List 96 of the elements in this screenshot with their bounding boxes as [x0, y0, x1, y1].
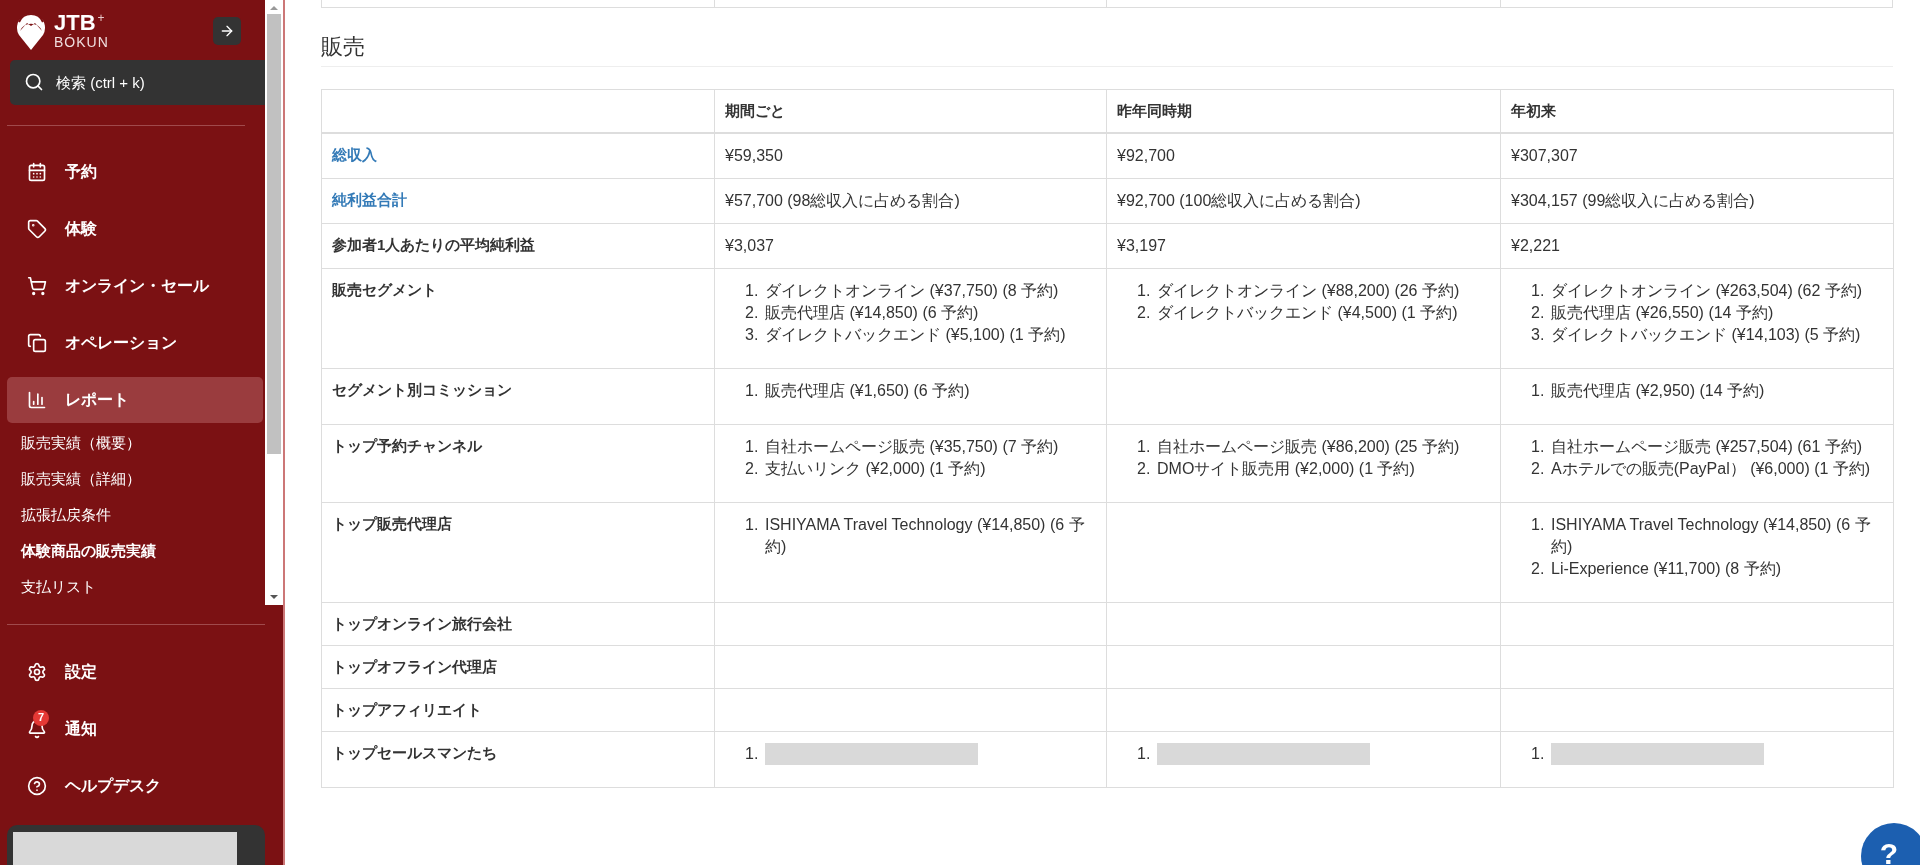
- row-label: トップオフライン代理店: [321, 645, 715, 689]
- list-number: 2.: [1531, 559, 1546, 579]
- row-label: トップセールスマンたち: [321, 731, 715, 788]
- list-item: ダイレクトバックエンド (¥14,103) (5 予約): [1551, 325, 1861, 345]
- list-item: ダイレクトオンライン (¥263,504) (62 予約): [1551, 281, 1863, 301]
- nav-item[interactable]: 予約: [7, 149, 263, 195]
- report-menu-item[interactable]: 販売実績（概要）: [0, 425, 265, 461]
- bar-chart-icon: [27, 390, 47, 410]
- list-number: 2.: [745, 303, 760, 323]
- list-number: 1.: [745, 381, 760, 401]
- nav-item[interactable]: オペレーション: [7, 320, 263, 366]
- list-number: 1.: [1531, 744, 1546, 764]
- list-number: 2.: [1137, 459, 1152, 479]
- list-number: 3.: [1531, 325, 1546, 345]
- section-title: 販売: [321, 34, 365, 59]
- list-number: 2.: [1531, 459, 1546, 479]
- list-item: 販売代理店 (¥26,550) (14 予約): [1551, 303, 1774, 323]
- help-icon: [27, 775, 47, 796]
- list-number: 1.: [745, 437, 760, 457]
- logo-plus: +: [97, 12, 105, 24]
- column-header: 期間ごと: [714, 89, 1107, 133]
- cart-icon: [27, 276, 47, 296]
- list-item: 販売代理店 (¥1,650) (6 予約): [765, 381, 970, 401]
- list-number: 1.: [1137, 437, 1152, 457]
- list-item: 自社ホームページ販売 (¥257,504) (61 予約): [1551, 437, 1863, 457]
- row-label[interactable]: 総収入: [321, 133, 715, 179]
- search-icon: [24, 72, 44, 92]
- list-item: ダイレクトオンライン (¥37,750) (8 予約): [765, 281, 1059, 301]
- calendar-icon: [27, 162, 47, 182]
- list-item: ダイレクトバックエンド (¥5,100) (1 予約): [765, 325, 1066, 345]
- list-item: 自社ホームページ販売 (¥86,200) (25 予約): [1157, 437, 1460, 457]
- list-item: Aホテルでの販売(PayPal） (¥6,000) (1 予約): [1551, 459, 1871, 479]
- list-number: 1.: [1531, 437, 1546, 457]
- list-number: 2.: [745, 459, 760, 479]
- list-item: 自社ホームページ販売 (¥35,750) (7 予約): [765, 437, 1059, 457]
- table-cell: ¥3,037: [714, 223, 1107, 269]
- help-button[interactable]: ?: [1861, 823, 1920, 865]
- report-menu-item[interactable]: 拡張払戻条件: [0, 497, 265, 533]
- collapse-button[interactable]: [213, 17, 241, 45]
- list-item: ダイレクトバックエンド (¥4,500) (1 予約): [1157, 303, 1458, 323]
- report-menu-item[interactable]: 支払リスト: [0, 569, 265, 605]
- user-card[interactable]: [7, 825, 265, 865]
- nav-item[interactable]: レポート: [7, 377, 263, 423]
- list-number: 1.: [1531, 381, 1546, 401]
- nav-item[interactable]: ヘルプデスク: [0, 757, 283, 814]
- list-item: ISHIYAMA Travel Technology (¥14,850) (6 予約): [1551, 515, 1872, 557]
- list-number: 2.: [1137, 303, 1152, 323]
- row-label: トップ販売代理店: [321, 502, 715, 603]
- notification-badge: 7: [33, 709, 49, 726]
- list-number: 1.: [1531, 515, 1546, 535]
- list-item: 販売代理店 (¥2,950) (14 予約): [1551, 381, 1765, 401]
- list-item: Li-Experience (¥11,700) (8 予約): [1551, 559, 1782, 579]
- list-number: 1.: [1531, 281, 1546, 301]
- list-item: DMOサイト販売用 (¥2,000) (1 予約): [1157, 459, 1415, 479]
- copy-icon: [27, 333, 47, 353]
- table-cell: ¥3,197: [1106, 223, 1501, 269]
- list-item: ダイレクトオンライン (¥88,200) (26 予約): [1157, 281, 1460, 301]
- logo-subtitle: BÓKUN: [54, 34, 109, 50]
- nav-item[interactable]: 7 通知: [0, 700, 283, 757]
- list-number: 1.: [1137, 281, 1152, 301]
- list-item: 販売代理店 (¥14,850) (6 予約): [765, 303, 979, 323]
- list-item: 支払いリンク (¥2,000) (1 予約): [765, 459, 986, 479]
- report-menu-item[interactable]: 体験商品の販売実績: [0, 533, 265, 569]
- row-label: トップオンライン旅行会社: [321, 602, 715, 646]
- logo-title: JTB: [54, 12, 96, 34]
- scrollbar[interactable]: [265, 0, 283, 605]
- row-label[interactable]: 純利益合計: [321, 178, 715, 224]
- list-number: 2.: [1531, 303, 1546, 323]
- nav-item[interactable]: オンライン・セール: [7, 263, 263, 309]
- nav-item[interactable]: 体験: [7, 206, 263, 252]
- table-cell: ¥92,700: [1106, 133, 1501, 179]
- tag-icon: [27, 219, 47, 239]
- table-cell: ¥304,157 (99総収入に占める割合): [1500, 178, 1894, 224]
- table-cell: ¥2,221: [1500, 223, 1894, 269]
- list-number: 1.: [745, 281, 760, 301]
- list-number: 1.: [1137, 744, 1152, 764]
- row-label: トップ予約チャンネル: [321, 424, 715, 503]
- column-header: 年初来: [1500, 89, 1894, 133]
- row-label: 参加者1人あたりの平均純利益: [321, 223, 715, 269]
- table-cell: ¥59,350: [714, 133, 1107, 179]
- row-label: トップアフィリエイト: [321, 688, 715, 732]
- table-cell: ¥92,700 (100総収入に占める割合): [1106, 178, 1501, 224]
- list-number: 1.: [745, 515, 760, 535]
- settings-icon: [27, 661, 47, 682]
- table-cell: ¥57,700 (98総収入に占める割合): [714, 178, 1107, 224]
- table-cell: ¥307,307: [1500, 133, 1894, 179]
- search-field[interactable]: 検索 (ctrl + k): [10, 60, 265, 105]
- report-menu-item[interactable]: 販売実績（詳細）: [0, 461, 265, 497]
- list-number: 1.: [745, 744, 760, 764]
- row-label: 販売セグメント: [321, 268, 715, 369]
- row-label: セグメント別コミッション: [321, 368, 715, 425]
- column-header: 昨年同時期: [1106, 89, 1501, 133]
- list-item: ISHIYAMA Travel Technology (¥14,850) (6 予約): [765, 515, 1086, 557]
- logo-icon: [16, 11, 46, 51]
- list-number: 3.: [745, 325, 760, 345]
- nav-item[interactable]: 設定: [0, 643, 283, 700]
